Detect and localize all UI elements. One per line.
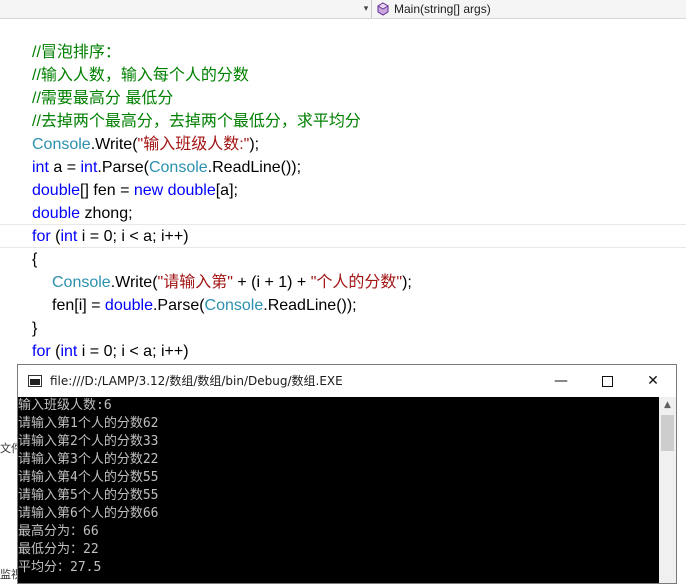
code-token: i = 0; i < a; i++) — [77, 343, 189, 360]
code-editor[interactable]: //冒泡排序： //输入人数，输入每个人的分数 //需要最高分 最低分 //去掉… — [0, 19, 686, 364]
code-line-11: Console.Write("请输入第" + (i + 1) + "个人的分数"… — [52, 271, 412, 294]
method-icon — [377, 2, 389, 16]
keyword-token: double — [167, 182, 216, 199]
console-app-icon — [28, 375, 42, 387]
console-window-title: file:///D:/LAMP/3.12/数组/数组/bin/Debug/数组.… — [50, 374, 343, 388]
code-token: fen[i] = — [52, 297, 105, 314]
console-scrollbar[interactable]: ▲ — [659, 397, 676, 583]
keyword-token: int — [32, 159, 49, 176]
console-line: 平均分：27.5 — [18, 560, 102, 575]
console-output[interactable]: 输入班级人数:6 请输入第1个人的分数62 请输入第2个人的分数33 请输入第3… — [18, 397, 659, 583]
code-token: .Parse( — [97, 159, 149, 176]
code-token: .ReadLine()); — [207, 159, 302, 176]
method-dropdown-label[interactable]: Main(string[] args) — [394, 1, 491, 17]
code-token: } — [32, 320, 38, 337]
string-token: "输入班级人数:" — [137, 136, 250, 153]
code-token: + (i + 1) + — [232, 274, 311, 291]
keyword-token: for — [32, 228, 51, 245]
keyword-token: new — [133, 182, 164, 199]
code-token: [a]; — [215, 182, 238, 199]
console-line: 最高分为：66 — [18, 524, 99, 539]
console-window[interactable]: file:///D:/LAMP/3.12/数组/数组/bin/Debug/数组.… — [17, 364, 677, 584]
code-token: i = 0; i < a; i++) — [77, 228, 189, 245]
code-token: .Parse( — [152, 297, 205, 314]
scroll-up-arrow-icon[interactable]: ▲ — [659, 397, 676, 414]
code-line-8: double zhong; — [32, 202, 133, 225]
string-token: "个人的分数" — [310, 274, 403, 291]
console-title-bar[interactable]: file:///D:/LAMP/3.12/数组/数组/bin/Debug/数组.… — [18, 365, 676, 397]
code-token: { — [32, 251, 38, 268]
console-line: 输入班级人数:6 — [18, 398, 112, 413]
code-line-9: for (int i = 0; i < a; i++) — [32, 225, 189, 248]
keyword-token: for — [32, 343, 51, 360]
navbar-separator — [371, 0, 372, 18]
code-line-6: int a = int.Parse(Console.ReadLine()); — [32, 156, 301, 179]
code-line-13: } — [32, 317, 37, 340]
editor-navigation-bar: ▾ Main(string[] args) — [0, 0, 686, 19]
code-token: [] fen = — [80, 182, 134, 199]
console-line: 请输入第3个人的分数22 — [18, 452, 159, 467]
comment-token: //输入人数，输入每个人的分数 — [32, 67, 249, 84]
console-line: 请输入第1个人的分数62 — [18, 416, 159, 431]
type-token: Console — [52, 274, 111, 291]
console-line: 请输入第2个人的分数33 — [18, 434, 159, 449]
code-token: .Write( — [90, 136, 138, 153]
comment-token: //需要最高分 最低分 — [32, 90, 174, 107]
comment-token: //去掉两个最高分，去掉两个最低分，求平均分 — [32, 113, 361, 130]
close-button[interactable]: ✕ — [630, 365, 676, 397]
type-token: Console — [148, 159, 208, 176]
comment-token: //冒泡排序： — [32, 44, 121, 61]
code-line-5: Console.Write("输入班级人数:"); — [32, 133, 259, 156]
code-token: zhong; — [80, 205, 133, 222]
keyword-token: double — [32, 182, 81, 199]
code-line-4: //去掉两个最高分，去掉两个最低分，求平均分 — [32, 110, 361, 133]
keyword-token: double — [32, 205, 81, 222]
maximize-button[interactable] — [584, 365, 630, 397]
console-line: 请输入第6个人的分数66 — [18, 506, 159, 521]
type-token: Console — [204, 297, 264, 314]
code-line-14: for (int i = 0; i < a; i++) — [32, 340, 189, 363]
code-token: ); — [402, 274, 412, 291]
code-line-7: double[] fen = new double[a]; — [32, 179, 238, 202]
code-token: ); — [249, 136, 260, 153]
maximize-icon — [601, 375, 613, 387]
scrollbar-thumb[interactable] — [661, 415, 674, 451]
keyword-token: int — [80, 159, 98, 176]
code-line-10: { — [32, 248, 37, 271]
code-line-1: //冒泡排序： — [32, 41, 121, 64]
keyword-token: int — [60, 228, 78, 245]
code-token: .Write( — [110, 274, 158, 291]
code-line-3: //需要最高分 最低分 — [32, 87, 173, 110]
code-token: ( — [50, 343, 61, 360]
keyword-token: double — [104, 297, 153, 314]
keyword-token: int — [60, 343, 78, 360]
code-token: ( — [50, 228, 61, 245]
console-line: 请输入第4个人的分数55 — [18, 470, 159, 485]
code-token: .ReadLine()); — [263, 297, 357, 314]
code-token: a = — [48, 159, 81, 176]
code-line-12: fen[i] = double.Parse(Console.ReadLine()… — [52, 294, 357, 317]
minimize-button[interactable]: — — [538, 365, 584, 397]
current-line-highlight — [0, 247, 686, 248]
code-line-2: //输入人数，输入每个人的分数 — [32, 64, 249, 87]
console-line: 最低分为：22 — [18, 542, 99, 557]
type-token: Console — [32, 136, 91, 153]
string-token: "请输入第" — [157, 274, 233, 291]
console-line: 请输入第5个人的分数55 — [18, 488, 159, 503]
